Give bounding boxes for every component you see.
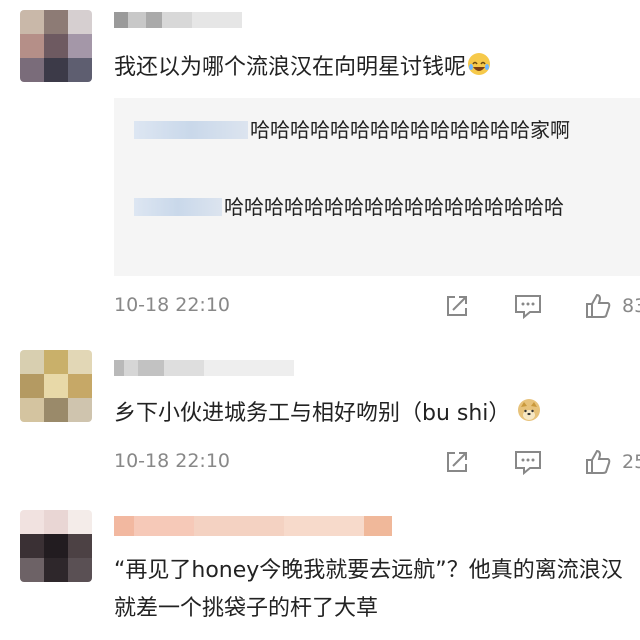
reply-username-redacted[interactable] [134,121,248,139]
avatar[interactable] [20,10,92,82]
like-button[interactable]: 25 [584,447,640,477]
comment-item: 我还以为哪个流浪汉在向明星讨钱呢 哈哈哈哈哈哈哈哈哈哈哈哈哈哈家啊 哈哈哈哈哈哈… [0,0,640,330]
share-icon [447,296,467,316]
username-redacted[interactable] [114,12,242,28]
reply-item: 哈哈哈哈哈哈哈哈哈哈哈哈哈哈哈哈哈 [134,189,634,226]
reply-username-redacted[interactable] [134,198,222,216]
reply-item: 哈哈哈哈哈哈哈哈哈哈哈哈哈哈家啊 [134,112,634,149]
share-button[interactable] [444,291,470,321]
comment-text: “再见了honey今晚我就要去远航”？他真的离流浪汉就差一个挑袋子的杆了大草 [114,558,623,621]
reply-button[interactable] [514,291,542,321]
comment-text: 我还以为哪个流浪汉在向明星讨钱呢 [114,50,640,86]
comment-meta: 10-18 22:10 25 [114,447,640,477]
laughing-crying-emoji-icon [468,53,491,75]
like-button[interactable]: 83 [584,291,640,321]
avatar[interactable] [20,350,92,422]
thumbs-up-icon [586,293,611,318]
reply-box[interactable]: 哈哈哈哈哈哈哈哈哈哈哈哈哈哈家啊 哈哈哈哈哈哈哈哈哈哈哈哈哈哈哈哈哈 [114,98,640,276]
like-count: 25 [622,451,640,473]
timestamp: 10-18 22:10 [114,450,231,472]
username-redacted[interactable] [114,360,294,376]
share-button[interactable] [444,447,470,477]
comment-bubble-icon [515,451,541,475]
doge-emoji-icon [518,399,541,421]
comment-text: 乡下小伙进城务工与相好吻别（bu shi） [114,396,640,432]
reply-button[interactable] [514,447,542,477]
username-redacted[interactable] [114,516,392,536]
thumbs-up-icon [586,449,611,474]
comment-bubble-icon [515,295,541,319]
timestamp: 10-18 22:10 [114,294,231,316]
avatar[interactable] [20,510,92,582]
like-count: 83 [622,295,640,317]
share-icon [447,452,467,472]
comment-meta: 10-18 22:10 83 [114,291,640,321]
